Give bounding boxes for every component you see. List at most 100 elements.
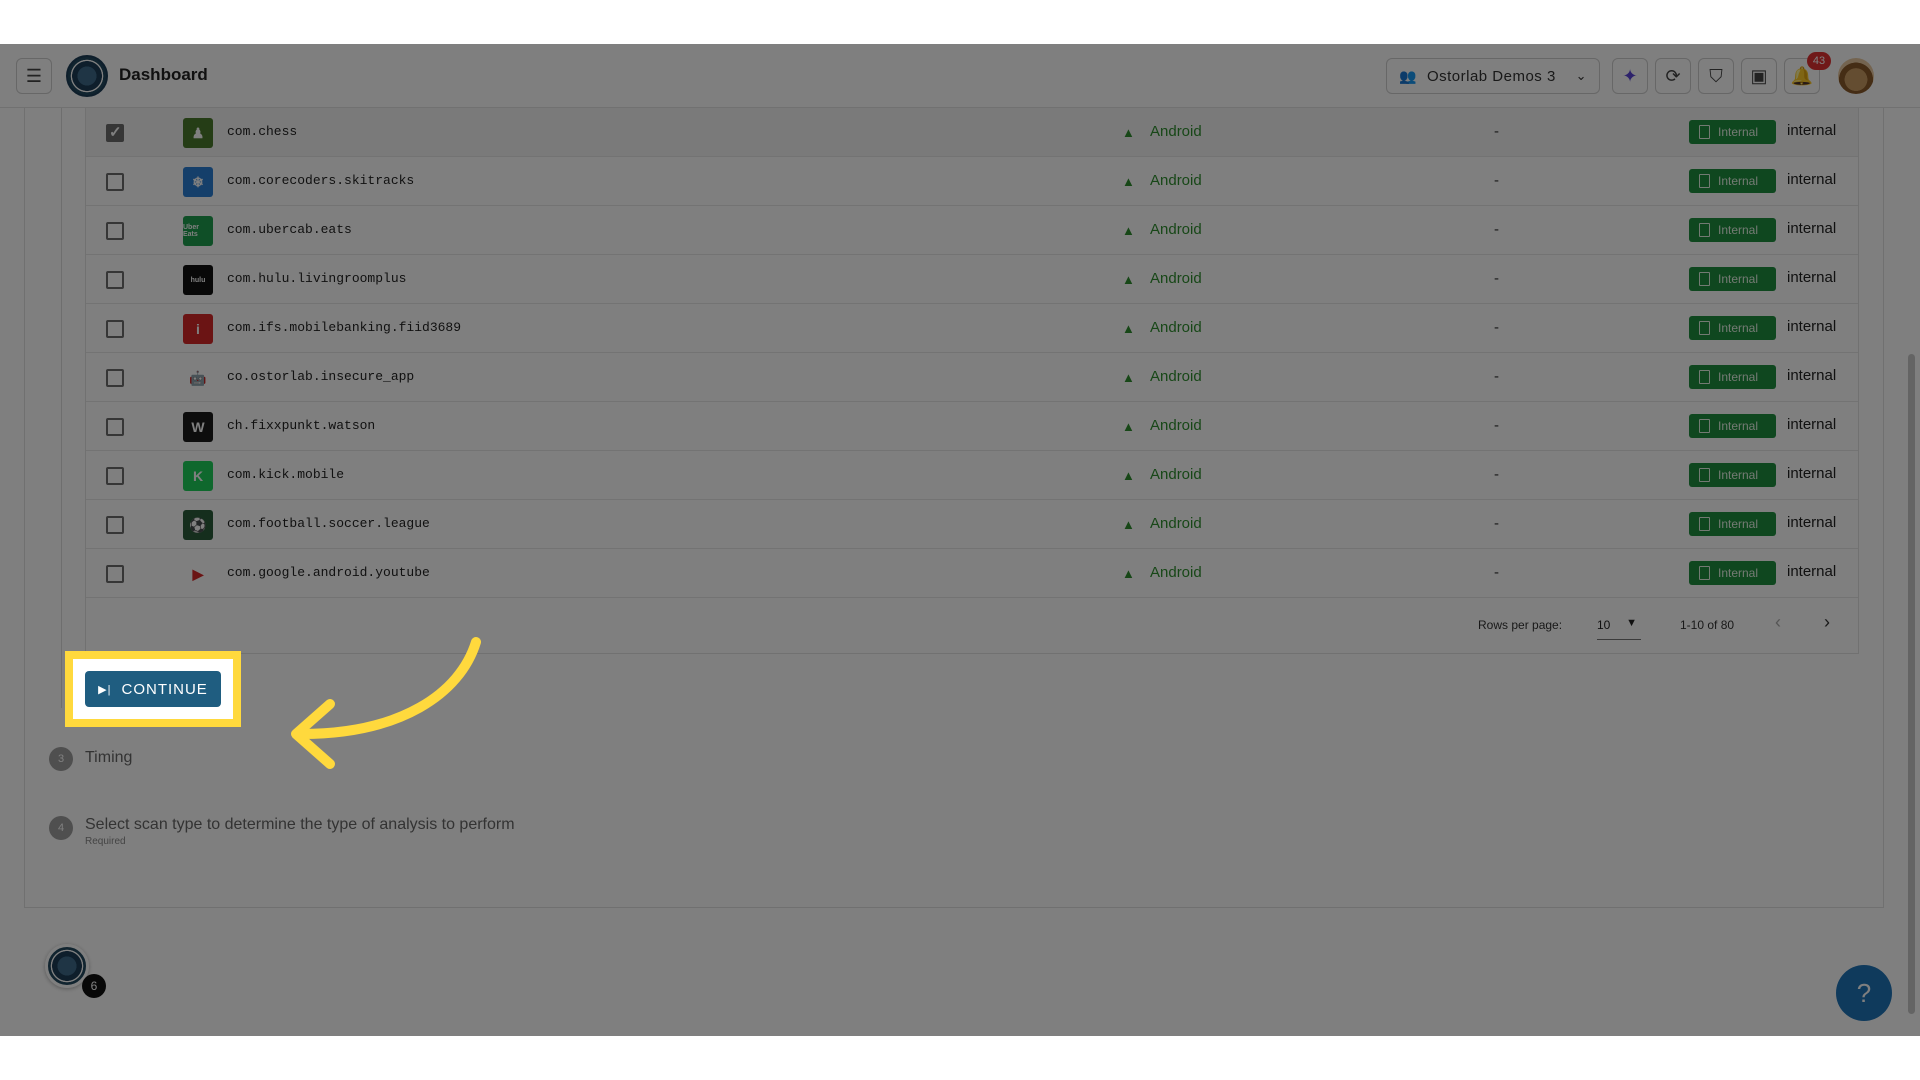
android-icon: ▲	[1122, 566, 1135, 581]
version-value: -	[1494, 172, 1499, 189]
table-row[interactable]: hulu com.hulu.livingroomplus ▲ Android - Inte…	[86, 255, 1858, 304]
visibility-value: internal	[1787, 465, 1837, 482]
app-icon: hulu	[183, 265, 213, 295]
user-avatar[interactable]	[1838, 58, 1874, 94]
table-row[interactable]: ▶ com.google.android.youtube ▲ Android - Inte…	[86, 549, 1858, 598]
tag-label: Internal	[1718, 223, 1759, 237]
account-card-button[interactable]: ▣	[1741, 58, 1777, 94]
package-name[interactable]: com.kick.mobile	[227, 467, 344, 482]
ostorlab-logo[interactable]	[66, 55, 108, 97]
table-row[interactable]: Wch.fixxpunkt.watson ▲ Android - Internal int…	[86, 402, 1858, 451]
platform-label: Android	[1150, 221, 1202, 238]
table-row[interactable]: 🤖 co.ostorlab.insecure_app ▲ Android - Intern…	[86, 353, 1858, 402]
continue-button[interactable]: ▶| CONTINUE	[85, 671, 221, 707]
refresh-icon: ⟳	[1665, 65, 1681, 86]
package-name[interactable]: com.google.android.youtube	[227, 565, 430, 580]
next-page-button[interactable]: ›	[1824, 612, 1830, 633]
refresh-button[interactable]: ⟳	[1655, 58, 1691, 94]
rows-per-page-select[interactable]: 10 ▼	[1597, 612, 1641, 640]
bell-icon: 🔔	[1790, 65, 1814, 86]
app-icon: ⚽	[183, 510, 213, 540]
visibility-tag: Internal	[1689, 316, 1776, 340]
row-checkbox[interactable]	[106, 320, 124, 338]
package-name[interactable]: com.chess	[227, 124, 297, 139]
sparkle-icon: ✦	[1622, 65, 1638, 86]
platform-label: Android	[1150, 564, 1202, 581]
table-row[interactable]: ⚽ com.football.soccer.league ▲ Android - Inte…	[86, 500, 1858, 549]
organization-select[interactable]: 👥 Ostorlab Demos 3 ⌄	[1386, 58, 1600, 94]
visibility-tag: Internal	[1689, 561, 1776, 585]
app-icon: W	[183, 412, 213, 442]
visibility-tag: Internal	[1689, 120, 1776, 144]
row-checkbox[interactable]	[106, 173, 124, 191]
table-row[interactable]: Uber Eats com.ubercab.eats ▲ Android - Intern…	[86, 206, 1858, 255]
app-icon: ❄	[183, 167, 213, 197]
package-name[interactable]: com.ubercab.eats	[227, 222, 352, 237]
platform-label: Android	[1150, 417, 1202, 434]
tag-label: Internal	[1718, 272, 1759, 286]
tag-label: Internal	[1718, 370, 1759, 384]
version-value: -	[1494, 368, 1499, 385]
package-name[interactable]: com.hulu.livingroomplus	[227, 271, 406, 286]
row-checkbox[interactable]	[106, 467, 124, 485]
table-row[interactable]: i com.ifs.mobilebanking.fiid3689 ▲ Android -…	[86, 304, 1858, 353]
package-name[interactable]: com.corecoders.skitracks	[227, 173, 414, 188]
android-icon: ▲	[1122, 517, 1135, 532]
row-checkbox[interactable]	[106, 222, 124, 240]
help-button[interactable]: ?	[1836, 965, 1892, 1021]
table-row[interactable]: ♟ com.chess ▲ Android - Internal internal	[86, 108, 1858, 157]
id-card-icon: ▣	[1750, 65, 1768, 86]
visibility-value: internal	[1787, 220, 1837, 237]
row-checkbox[interactable]	[106, 565, 124, 583]
step-scan-type-label[interactable]: Select scan type to determine the type o…	[85, 816, 515, 834]
package-name[interactable]: com.ifs.mobilebanking.fiid3689	[227, 320, 461, 335]
page-title: Dashboard	[119, 65, 208, 84]
menu-button[interactable]: ☰	[16, 58, 52, 94]
package-name[interactable]: com.football.soccer.league	[227, 516, 430, 531]
android-icon: ▲	[1122, 370, 1135, 385]
page-scrollbar[interactable]	[1908, 354, 1915, 1014]
step-number: 4	[49, 816, 73, 840]
step-number: 3	[49, 747, 73, 771]
document-icon	[1699, 370, 1710, 384]
step-required-hint: Required	[85, 836, 126, 847]
package-name[interactable]: co.ostorlab.insecure_app	[227, 369, 414, 384]
app-icon: K	[183, 461, 213, 491]
document-icon	[1699, 223, 1710, 237]
organization-name: Ostorlab Demos 3	[1426, 67, 1556, 85]
android-icon: ▲	[1122, 321, 1135, 336]
step-timing-label[interactable]: Timing	[85, 749, 132, 767]
ai-assistant-button[interactable]: ✦	[1612, 58, 1648, 94]
previous-page-button[interactable]: ‹	[1775, 612, 1781, 633]
app-icon: Uber Eats	[183, 216, 213, 246]
row-checkbox[interactable]	[106, 123, 124, 142]
tag-label: Internal	[1718, 419, 1759, 433]
row-checkbox[interactable]	[106, 418, 124, 436]
continue-label: CONTINUE	[121, 680, 208, 698]
visibility-tag: Internal	[1689, 365, 1776, 389]
table-row[interactable]: Kcom.kick.mobile ▲ Android - Internal interna…	[86, 451, 1858, 500]
rows-per-page-value: 10	[1597, 618, 1611, 632]
document-icon	[1699, 174, 1710, 188]
package-name[interactable]: ch.fixxpunkt.watson	[227, 418, 375, 433]
table-row[interactable]: ❄ com.corecoders.skitracks ▲ Android - Intern…	[86, 157, 1858, 206]
pointer-arrow	[291, 637, 481, 769]
android-icon: ▲	[1122, 125, 1135, 140]
row-checkbox[interactable]	[106, 516, 124, 534]
visibility-value: internal	[1787, 171, 1837, 188]
row-checkbox[interactable]	[106, 369, 124, 387]
visibility-tag: Internal	[1689, 414, 1776, 438]
android-icon: ▲	[1122, 272, 1135, 287]
platform-label: Android	[1150, 319, 1202, 336]
step-connector-line	[61, 108, 62, 708]
version-value: -	[1494, 466, 1499, 483]
pagination-range: 1-10 of 80	[1680, 618, 1735, 632]
visibility-value: internal	[1787, 416, 1837, 433]
version-value: -	[1494, 221, 1499, 238]
platform-label: Android	[1150, 172, 1202, 189]
caret-down-icon: ▼	[1626, 617, 1637, 629]
row-checkbox[interactable]	[106, 271, 124, 289]
visibility-tag: Internal	[1689, 169, 1776, 193]
security-button[interactable]: ⛉	[1698, 58, 1734, 94]
visibility-value: internal	[1787, 514, 1837, 531]
